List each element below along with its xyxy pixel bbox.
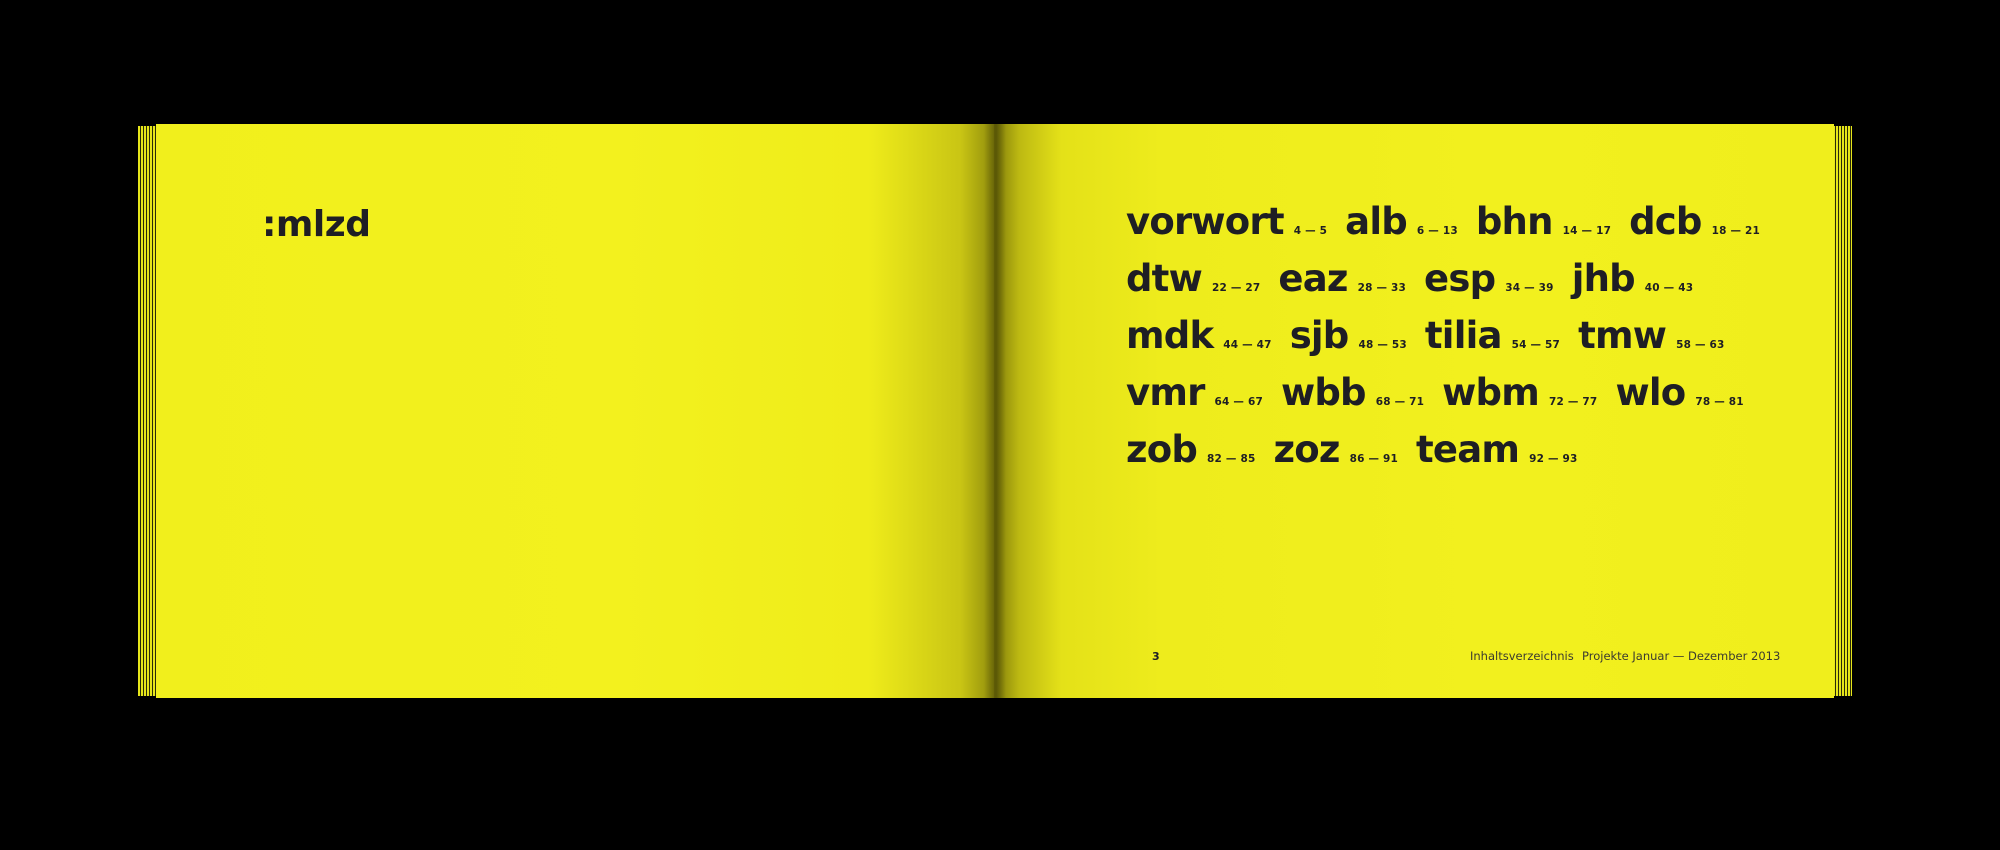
toc-entry-name: dtw — [1126, 257, 1203, 300]
section-label: Inhaltsverzeichnis — [1470, 649, 1574, 663]
toc-entry-pages: 40 — 43 — [1644, 282, 1694, 294]
toc-entry-pages: 6 — 13 — [1416, 225, 1458, 237]
toc-entry-pages: 64 — 67 — [1214, 396, 1263, 408]
toc-entry-name: esp — [1424, 257, 1496, 300]
toc-entry-pages: 14 — 17 — [1562, 225, 1612, 237]
toc-entry-pages: 82 — 85 — [1207, 453, 1256, 465]
table-of-contents: vorwort 4 — 5 alb 6 — 13 bhn 14 — 17 dcb 18 — 2… — [1126, 200, 1826, 485]
toc-entry: vmr 64 — 67 — [1126, 371, 1263, 414]
toc-entry-name: eaz — [1278, 257, 1348, 300]
toc-entry-name: zob — [1126, 428, 1198, 471]
toc-entry: wbm 72 — 77 — [1442, 371, 1597, 414]
toc-entry: tmw 58 — 63 — [1578, 314, 1724, 357]
toc-entry-name: mdk — [1126, 314, 1214, 357]
toc-entry: dtw 22 — 27 — [1126, 257, 1260, 300]
toc-entry-name: dcb — [1629, 200, 1702, 243]
toc-entry: team 92 — 93 — [1416, 428, 1578, 471]
project-range-label: Projekte Januar — Dezember 2013 — [1582, 649, 1781, 663]
toc-entry-pages: 72 — 77 — [1549, 396, 1598, 408]
toc-row: vorwort 4 — 5 alb 6 — 13 bhn 14 — 17 dcb 18 — 2… — [1126, 200, 1826, 257]
toc-entry: sjb 48 — 53 — [1290, 314, 1407, 357]
toc-entry-name: wlo — [1615, 371, 1686, 414]
toc-entry-name: tmw — [1578, 314, 1667, 357]
toc-entry-pages: 92 — 93 — [1529, 453, 1578, 465]
toc-entry: eaz 28 — 33 — [1278, 257, 1406, 300]
toc-row: mdk 44 — 47 sjb 48 — 53 tilia 54 — 57 tmw 58 — … — [1126, 314, 1826, 371]
toc-entry-name: sjb — [1289, 314, 1350, 357]
toc-entry-pages: 68 — 71 — [1375, 396, 1425, 408]
book-spread-scene: :mlzd vorwort 4 — 5 alb 6 — 13 bhn 14 — 17 dcb… — [0, 0, 2000, 850]
toc-entry-pages: 28 — 33 — [1357, 282, 1407, 294]
toc-entry: zoz 86 — 91 — [1273, 428, 1398, 471]
toc-entry-name: team — [1416, 428, 1520, 471]
toc-entry: esp 34 — 39 — [1424, 257, 1554, 300]
toc-entry: mdk 44 — 47 — [1126, 314, 1272, 357]
toc-entry: vorwort 4 — 5 — [1126, 200, 1327, 243]
toc-entry-name: bhn — [1475, 200, 1554, 243]
toc-entry-name: zoz — [1273, 428, 1340, 471]
toc-entry-name: wbm — [1442, 371, 1540, 414]
toc-row: zob 82 — 85 zoz 86 — 91 team 92 — 93 — [1126, 428, 1826, 485]
toc-entry: zob 82 — 85 — [1126, 428, 1255, 471]
toc-entry-name: alb — [1345, 200, 1408, 243]
toc-entry-name: tilia — [1424, 314, 1503, 357]
toc-entry-pages: 54 — 57 — [1511, 339, 1561, 351]
toc-row: vmr 64 — 67 wbb 68 — 71 wbm 72 — 77 wlo 78 — 81 — [1126, 371, 1826, 428]
toc-entry-pages: 22 — 27 — [1211, 282, 1261, 294]
toc-entry: tilia 54 — 57 — [1425, 314, 1560, 357]
toc-entry-pages: 86 — 91 — [1349, 453, 1399, 465]
toc-entry-name: vorwort — [1126, 200, 1285, 243]
brand-title: :mlzd — [262, 204, 371, 245]
toc-entry-pages: 34 — 39 — [1505, 282, 1554, 294]
toc-entry-pages: 4 — 5 — [1293, 225, 1328, 237]
book-gutter — [984, 124, 1006, 698]
toc-entry-pages: 44 — 47 — [1223, 339, 1272, 351]
toc-entry-name: jhb — [1571, 257, 1636, 300]
toc-entry: alb 6 — 13 — [1345, 200, 1458, 243]
toc-entry: bhn 14 — 17 — [1476, 200, 1611, 243]
toc-entry: wlo 78 — 81 — [1615, 371, 1743, 414]
toc-entry-pages: 78 — 81 — [1695, 396, 1744, 408]
toc-entry: jhb 40 — 43 — [1572, 257, 1694, 300]
toc-entry-name: wbb — [1280, 371, 1367, 414]
toc-entry-name: vmr — [1126, 371, 1205, 414]
toc-entry: dcb 18 — 21 — [1629, 200, 1760, 243]
toc-entry-pages: 18 — 21 — [1711, 225, 1761, 237]
toc-entry-pages: 58 — 63 — [1676, 339, 1725, 351]
toc-row: dtw 22 — 27 eaz 28 — 33 esp 34 — 39 jhb 40 — 43 — [1126, 257, 1826, 314]
toc-entry: wbb 68 — 71 — [1281, 371, 1424, 414]
toc-entry-pages: 48 — 53 — [1358, 339, 1407, 351]
page-number: 3 — [1152, 650, 1160, 663]
